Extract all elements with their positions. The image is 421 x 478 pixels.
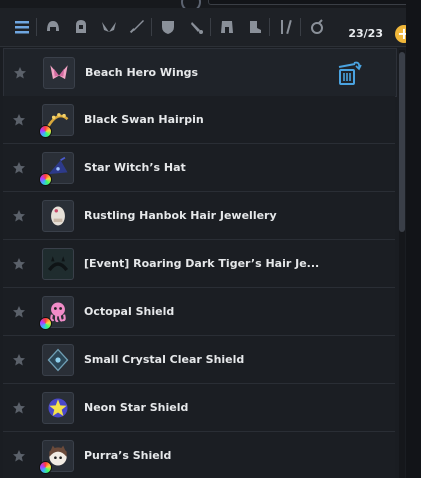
toolbar-divider <box>269 18 270 36</box>
toolbar-divider <box>210 18 211 36</box>
tools-icon[interactable] <box>274 15 298 39</box>
list-item[interactable]: Purra’s Shield <box>3 432 395 478</box>
hairpin-icon <box>39 103 74 138</box>
hood-icon[interactable] <box>69 15 93 39</box>
inventory-count: 23/23 <box>348 27 383 40</box>
item-name: Small Crystal Clear Shield <box>84 353 245 366</box>
star-icon[interactable] <box>12 113 26 127</box>
item-name: Black Swan Hairpin <box>84 113 204 126</box>
star-icon[interactable] <box>12 209 26 223</box>
ring-icon[interactable] <box>305 15 329 39</box>
wings-icon <box>43 56 75 89</box>
item-name: Star Witch’s Hat <box>84 161 186 174</box>
list-item[interactable]: [Event] Roaring Dark Tiger’s Hair Je... <box>3 240 395 288</box>
wings-icon[interactable] <box>97 15 121 39</box>
item-name: Neon Star Shield <box>84 401 189 414</box>
scrollbar-thumb[interactable] <box>399 52 405 232</box>
item-list: Beach Hero Wings Black Swan Hairpin Star… <box>0 42 400 478</box>
toolbar-divider <box>300 18 301 36</box>
side-panel-edge <box>406 0 421 478</box>
star-icon[interactable] <box>12 353 26 367</box>
sword-icon[interactable] <box>125 15 149 39</box>
list-item[interactable]: Small Crystal Clear Shield <box>3 336 395 384</box>
star-icon[interactable] <box>12 401 26 415</box>
helmet-icon[interactable] <box>41 15 65 39</box>
list-item[interactable]: Star Witch’s Hat <box>3 144 395 192</box>
item-name: Octopal Shield <box>84 305 175 318</box>
item-name: [Event] Roaring Dark Tiger’s Hair Je... <box>84 257 320 270</box>
star-icon[interactable] <box>12 305 26 319</box>
scrollbar[interactable] <box>399 50 405 478</box>
toolbar-divider <box>151 18 152 36</box>
dye-icon <box>39 460 52 474</box>
star-icon[interactable] <box>12 449 26 463</box>
dye-icon <box>39 316 52 330</box>
trash-icon[interactable] <box>334 59 362 87</box>
boots-icon[interactable] <box>243 15 267 39</box>
dye-icon <box>39 124 52 138</box>
crystal-shield-icon <box>42 343 74 376</box>
star-icon[interactable] <box>12 161 26 175</box>
toolbar-divider <box>36 18 37 36</box>
item-name: Beach Hero Wings <box>85 66 199 79</box>
tiger-hair-icon <box>42 247 74 280</box>
list-item[interactable]: Rustling Hanbok Hair Jewellery <box>3 192 395 240</box>
shield-icon[interactable] <box>156 15 180 39</box>
octopus-shield-icon <box>39 295 74 330</box>
dagger-icon[interactable] <box>184 15 208 39</box>
list-view-icon[interactable] <box>10 15 34 39</box>
list-item[interactable]: Beach Hero Wings <box>3 48 397 97</box>
star-icon[interactable] <box>12 257 26 271</box>
list-item[interactable]: Black Swan Hairpin <box>3 96 395 144</box>
star-icon[interactable] <box>13 66 27 80</box>
hat-icon <box>39 151 74 186</box>
top-strip <box>0 0 421 12</box>
dye-icon <box>39 172 52 186</box>
item-name: Purra’s Shield <box>84 449 172 462</box>
star-shield-icon <box>42 391 74 424</box>
hair-jewellery-icon <box>42 199 74 232</box>
list-item[interactable]: Neon Star Shield <box>3 384 395 432</box>
cat-shield-icon <box>39 439 74 474</box>
search-input[interactable] <box>208 0 410 5</box>
armor-icon[interactable] <box>215 15 239 39</box>
item-name: Rustling Hanbok Hair Jewellery <box>84 209 277 222</box>
list-item[interactable]: Octopal Shield <box>3 288 395 336</box>
